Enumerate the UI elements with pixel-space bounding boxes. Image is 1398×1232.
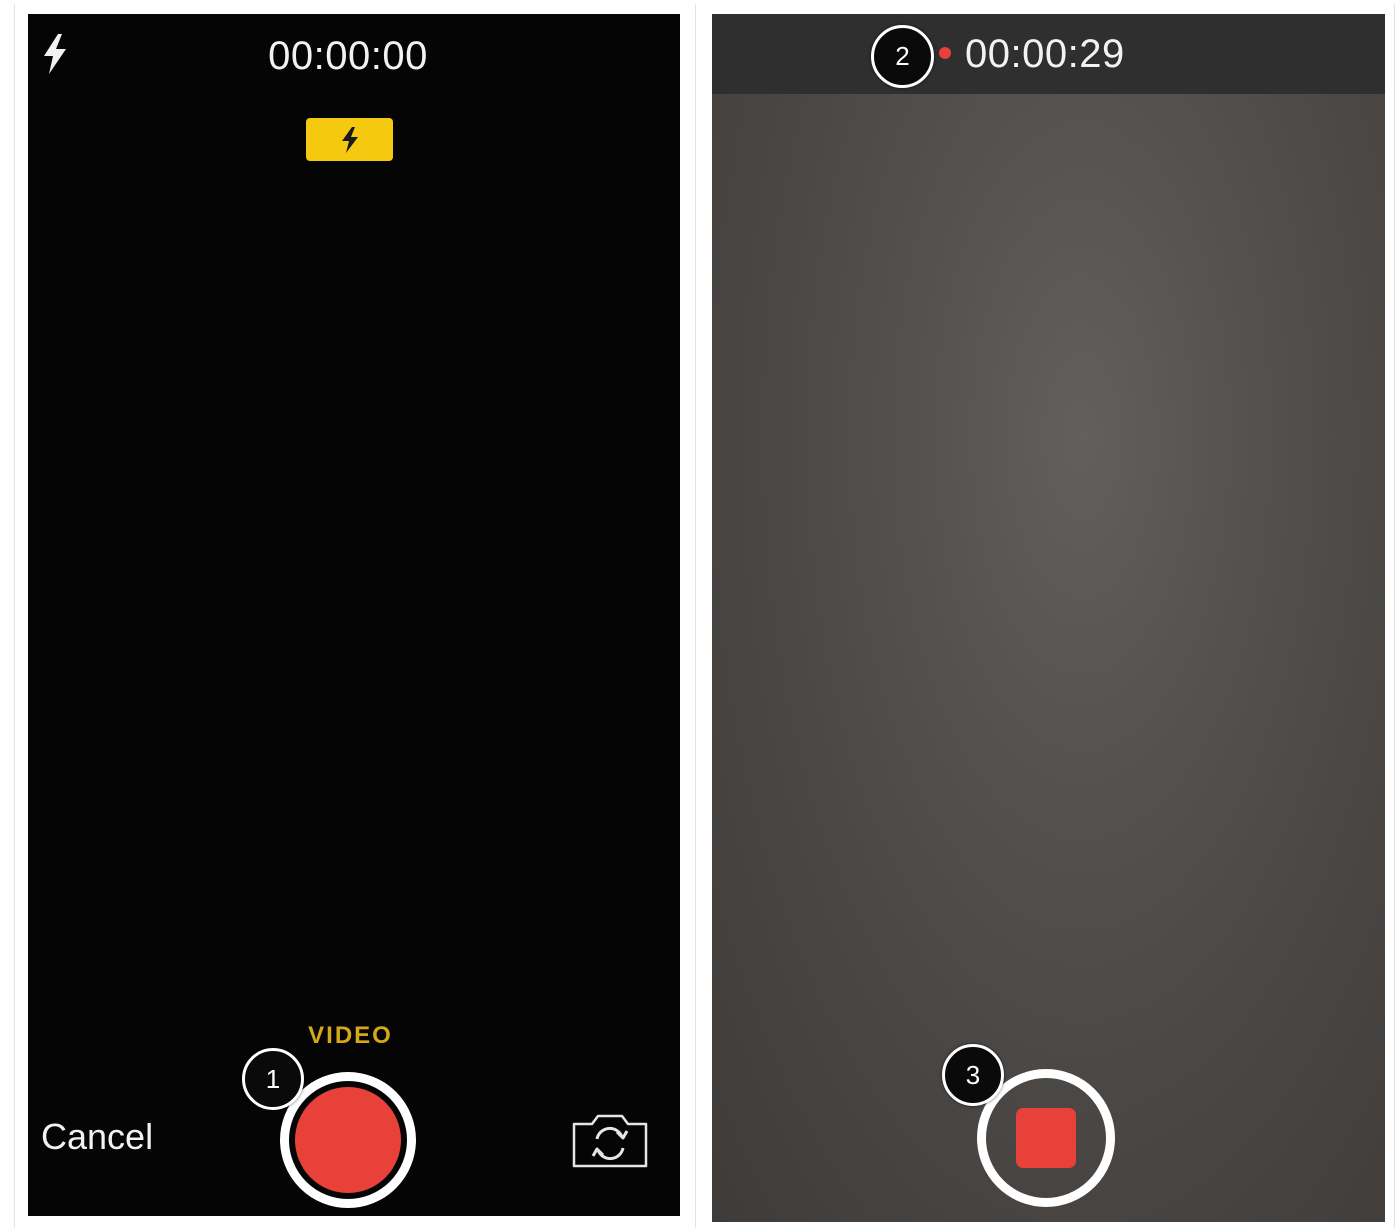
callout-badge: 3 (942, 1044, 1004, 1106)
callout-badge: 1 (242, 1048, 304, 1110)
stop-icon (1016, 1108, 1076, 1168)
frame-divider (695, 4, 696, 1228)
camera-recording-screen: 00:00:29 (712, 14, 1385, 1222)
mode-label-video[interactable]: VIDEO (28, 1022, 673, 1050)
callout-badge: 2 (871, 25, 934, 88)
camera-ready-screen: 00:00:00 VIDEO Cancel (28, 14, 680, 1216)
frame-border-left (14, 4, 15, 1228)
flash-on-badge (306, 118, 393, 161)
flash-on-icon (342, 127, 358, 153)
recording-timer: 00:00:29 (965, 32, 1125, 76)
frame-border-right (1394, 4, 1395, 1228)
cancel-button[interactable]: Cancel (41, 1119, 153, 1155)
record-icon (295, 1087, 401, 1193)
switch-camera-icon[interactable] (570, 1110, 650, 1170)
recording-top-bar: 00:00:29 (712, 14, 1385, 94)
recording-dot-icon (939, 47, 951, 59)
recording-timer: 00:00:00 (268, 34, 428, 78)
